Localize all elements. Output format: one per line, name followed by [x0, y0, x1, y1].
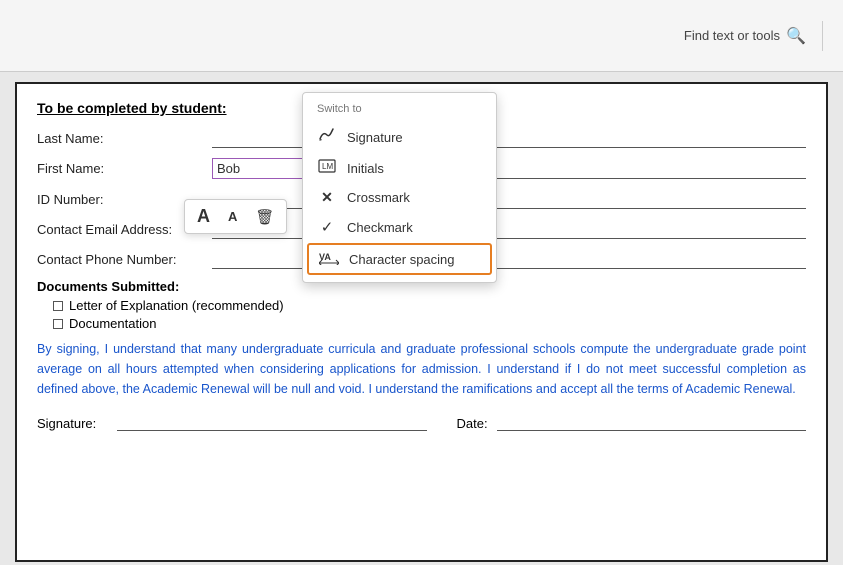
signature-label-menu: Signature — [347, 130, 403, 145]
documents-section: Documents Submitted: Letter of Explanati… — [37, 279, 806, 331]
last-name-label: Last Name: — [37, 131, 212, 146]
list-item: Documentation — [53, 316, 806, 331]
character-spacing-label: Character spacing — [349, 252, 455, 267]
dropdown-item-signature[interactable]: Signature — [303, 121, 496, 153]
text-edit-toolbar: A A 🗑 — [184, 199, 287, 234]
initials-label-menu: Initials — [347, 161, 384, 176]
signature-field[interactable] — [117, 411, 427, 431]
signature-icon — [317, 127, 337, 147]
character-spacing-icon: VA — [319, 249, 339, 269]
checkbox-documentation[interactable] — [53, 319, 63, 329]
top-toolbar: Find text or tools 🔍 — [0, 0, 843, 72]
decrease-font-button[interactable]: A — [224, 207, 241, 226]
svg-text:LM: LM — [322, 162, 333, 171]
date-field[interactable] — [497, 411, 807, 431]
find-text-container[interactable]: Find text or tools 🔍 — [684, 26, 806, 46]
delete-text-button[interactable]: 🗑 — [251, 206, 278, 228]
crossmark-icon: ✕ — [317, 189, 337, 206]
agreement-paragraph: By signing, I understand that many under… — [37, 339, 806, 399]
dropdown-item-initials[interactable]: LM Initials — [303, 153, 496, 183]
doc-documentation-label: Documentation — [69, 316, 156, 331]
dropdown-item-crossmark[interactable]: ✕ Crossmark — [303, 183, 496, 212]
dropdown-item-checkmark[interactable]: ✓ Checkmark — [303, 212, 496, 242]
list-item: Letter of Explanation (recommended) — [53, 298, 806, 313]
search-icon[interactable]: 🔍 — [786, 26, 806, 46]
doc-explanation-label: Letter of Explanation (recommended) — [69, 298, 284, 313]
checkbox-explanation[interactable] — [53, 301, 63, 311]
switch-to-dropdown: Switch to Signature LM Initials ✕ Crossm… — [302, 92, 497, 283]
phone-label: Contact Phone Number: — [37, 252, 212, 267]
dropdown-header: Switch to — [303, 99, 496, 121]
crossmark-label-menu: Crossmark — [347, 190, 410, 205]
initials-icon: LM — [317, 159, 337, 177]
checkmark-icon: ✓ — [317, 218, 337, 236]
date-label: Date: — [457, 416, 497, 431]
main-content: To be completed by student: Last Name: F… — [15, 82, 828, 562]
toolbar-divider — [822, 21, 823, 51]
increase-font-button[interactable]: A — [193, 204, 214, 229]
dropdown-item-character-spacing[interactable]: VA Character spacing — [307, 243, 492, 275]
signature-label: Signature: — [37, 416, 117, 431]
checkmark-label-menu: Checkmark — [347, 220, 413, 235]
signature-row: Signature: Date: — [37, 411, 806, 431]
find-text-label: Find text or tools — [684, 28, 780, 43]
first-name-label: First Name: — [37, 161, 212, 176]
